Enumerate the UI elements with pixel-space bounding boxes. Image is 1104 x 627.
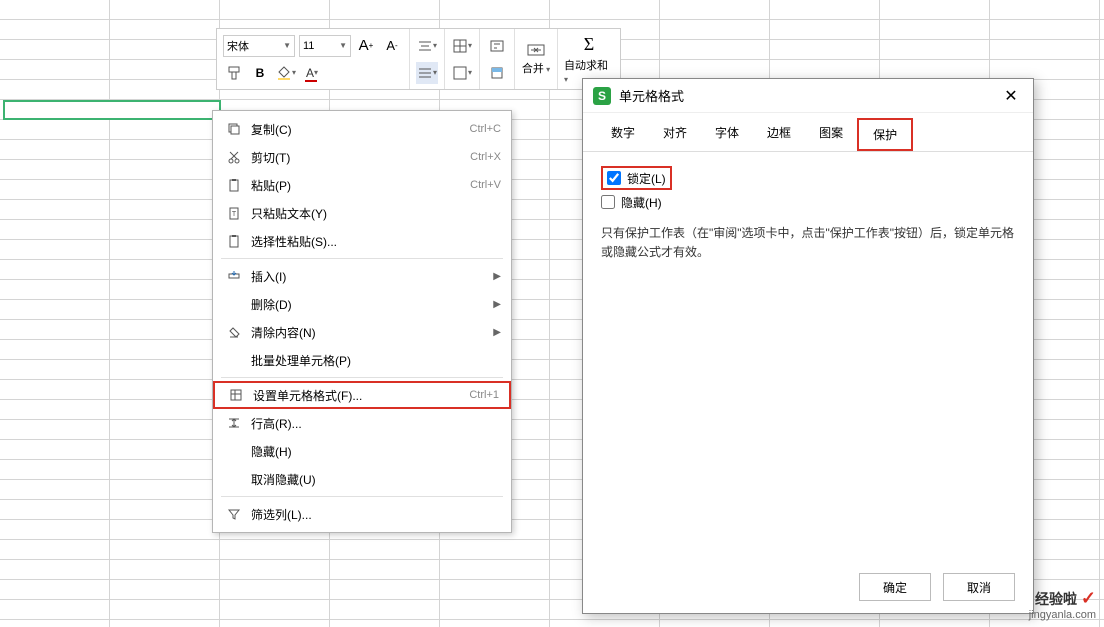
formatting-toolbar: 宋体▼ 11▼ A+ A- B ▾ A▾ ▾ ▾ ▾ ▾ xyxy=(216,28,621,90)
protection-info: 只有保护工作表（在"审阅"选项卡中，点击"保护工作表"按钮）后，锁定单元格或隐藏… xyxy=(601,224,1015,262)
menu-divider xyxy=(221,496,503,497)
bold-icon[interactable]: B xyxy=(249,62,271,84)
merge-button[interactable]: 合并 ▾ xyxy=(521,34,551,84)
copy-icon xyxy=(223,122,245,136)
menu-label: 删除(D) xyxy=(245,296,493,313)
menu-shortcut: Ctrl+X xyxy=(470,151,501,163)
border-icon[interactable]: ▾ xyxy=(451,35,473,57)
menu-item-3[interactable]: T 只粘贴文本(Y) xyxy=(213,199,511,227)
menu-item-1[interactable]: 剪切(T)Ctrl+X xyxy=(213,143,511,171)
menu-label: 取消隐藏(U) xyxy=(245,471,501,488)
menu-label: 隐藏(H) xyxy=(245,443,501,460)
menu-shortcut: Ctrl+C xyxy=(470,123,501,135)
menu-label: 选择性粘贴(S)... xyxy=(245,233,501,250)
hide-checkbox-row[interactable]: 隐藏(H) xyxy=(601,190,1015,214)
tab-0[interactable]: 数字 xyxy=(597,118,649,151)
app-icon: S xyxy=(593,87,611,105)
align-middle-icon[interactable]: ▾ xyxy=(416,62,438,84)
chevron-right-icon: ▶ xyxy=(493,299,501,310)
selected-cell[interactable] xyxy=(3,100,221,120)
tab-4[interactable]: 图案 xyxy=(805,118,857,151)
cell-format-dialog: S 单元格格式 ✕ 数字对齐字体边框图案保护 锁定(L) 隐藏(H) 只有保护工… xyxy=(582,78,1034,614)
paste-special-icon xyxy=(223,234,245,248)
menu-label: 插入(I) xyxy=(245,268,493,285)
watermark: 经验啦 ✓ jingyanla.com xyxy=(1029,589,1096,621)
menu-item-11[interactable]: 设置单元格格式(F)...Ctrl+1 xyxy=(213,381,511,409)
close-icon[interactable]: ✕ xyxy=(999,84,1023,108)
menu-label: 行高(R)... xyxy=(245,415,501,432)
menu-item-4[interactable]: 选择性粘贴(S)... xyxy=(213,227,511,255)
paste-icon xyxy=(223,178,245,192)
dialog-titlebar: S 单元格格式 ✕ xyxy=(583,79,1033,113)
font-color-icon[interactable]: A▾ xyxy=(301,62,323,84)
autosum-button[interactable]: Σ 自动求和 ▾ xyxy=(564,34,614,84)
menu-item-6[interactable]: 插入(I)▶ xyxy=(213,262,511,290)
decrease-font-icon[interactable]: A- xyxy=(381,35,403,57)
menu-divider xyxy=(221,377,503,378)
menu-label: 清除内容(N) xyxy=(245,324,493,341)
tab-5[interactable]: 保护 xyxy=(857,118,913,151)
paste-text-icon: T xyxy=(223,206,245,220)
filter-icon xyxy=(223,507,245,521)
dialog-tabs: 数字对齐字体边框图案保护 xyxy=(583,113,1033,152)
lock-checkbox-row[interactable]: 锁定(L) xyxy=(601,166,672,190)
lock-checkbox[interactable] xyxy=(607,171,621,185)
menu-label: 剪切(T) xyxy=(245,149,470,166)
svg-text:T: T xyxy=(232,211,237,218)
font-select[interactable]: 宋体▼ xyxy=(223,35,295,57)
menu-label: 复制(C) xyxy=(245,121,470,138)
format-painter-icon[interactable] xyxy=(223,62,245,84)
menu-item-8[interactable]: 清除内容(N)▶ xyxy=(213,318,511,346)
menu-label: 设置单元格格式(F)... xyxy=(247,387,469,404)
row-height-icon xyxy=(223,416,245,430)
menu-item-16[interactable]: 筛选列(L)... xyxy=(213,500,511,528)
menu-item-0[interactable]: 复制(C)Ctrl+C xyxy=(213,115,511,143)
menu-divider xyxy=(221,258,503,259)
increase-font-icon[interactable]: A+ xyxy=(355,35,377,57)
menu-shortcut: Ctrl+V xyxy=(470,179,501,191)
menu-label: 批量处理单元格(P) xyxy=(245,352,501,369)
insert-icon xyxy=(223,269,245,283)
lock-label: 锁定(L) xyxy=(627,170,666,187)
fill-color-icon[interactable]: ▾ xyxy=(275,62,297,84)
context-menu: 复制(C)Ctrl+C剪切(T)Ctrl+X粘贴(P)Ctrl+VT只粘贴文本(… xyxy=(212,110,512,533)
border2-icon[interactable]: ▾ xyxy=(451,62,473,84)
cancel-button[interactable]: 取消 xyxy=(943,573,1015,601)
format-icon xyxy=(225,388,247,402)
menu-label: 粘贴(P) xyxy=(245,177,470,194)
clear-icon xyxy=(223,325,245,339)
tab-2[interactable]: 字体 xyxy=(701,118,753,151)
menu-label: 筛选列(L)... xyxy=(245,506,501,523)
menu-item-14[interactable]: 取消隐藏(U) xyxy=(213,465,511,493)
menu-item-12[interactable]: 行高(R)... xyxy=(213,409,511,437)
hide-label: 隐藏(H) xyxy=(621,194,662,211)
menu-item-9[interactable]: 批量处理单元格(P) xyxy=(213,346,511,374)
chevron-right-icon: ▶ xyxy=(493,271,501,282)
tab-3[interactable]: 边框 xyxy=(753,118,805,151)
menu-label: 只粘贴文本(Y) xyxy=(245,205,501,222)
menu-item-7[interactable]: 删除(D)▶ xyxy=(213,290,511,318)
cell-style-icon[interactable] xyxy=(486,62,508,84)
ok-button[interactable]: 确定 xyxy=(859,573,931,601)
tab-1[interactable]: 对齐 xyxy=(649,118,701,151)
hide-checkbox[interactable] xyxy=(601,195,615,209)
wrap-icon[interactable] xyxy=(486,35,508,57)
menu-item-2[interactable]: 粘贴(P)Ctrl+V xyxy=(213,171,511,199)
align-icon[interactable]: ▾ xyxy=(416,35,438,57)
dialog-title: 单元格格式 xyxy=(619,86,999,105)
tab-content-protection: 锁定(L) 隐藏(H) 只有保护工作表（在"审阅"选项卡中，点击"保护工作表"按… xyxy=(583,152,1033,561)
chevron-right-icon: ▶ xyxy=(493,327,501,338)
font-size-select[interactable]: 11▼ xyxy=(299,35,351,57)
dialog-buttons: 确定 取消 xyxy=(583,561,1033,613)
menu-shortcut: Ctrl+1 xyxy=(469,389,499,401)
menu-item-13[interactable]: 隐藏(H) xyxy=(213,437,511,465)
cut-icon xyxy=(223,150,245,164)
